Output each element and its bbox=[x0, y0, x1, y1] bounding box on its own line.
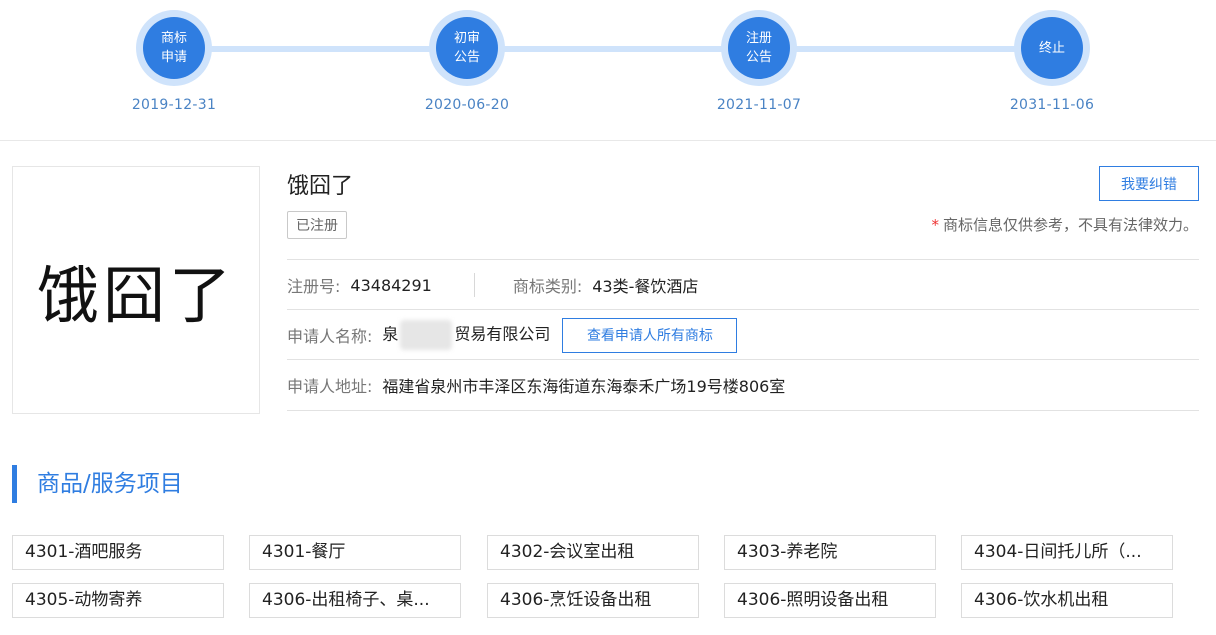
disclaimer-text: 商标信息仅供参考，不具有法律效力。 bbox=[942, 216, 1198, 234]
trademark-logo-text: 饿囧了 bbox=[36, 259, 235, 332]
status-badge: 已注册 bbox=[287, 211, 347, 239]
view-applicant-trademarks-button[interactable]: 查看申请人所有商标 bbox=[562, 317, 738, 353]
timeline-node-label: 初审 公告 bbox=[436, 17, 498, 79]
applicant-name-suffix: 贸易有限公司 bbox=[454, 324, 551, 344]
timeline-step-registration: 注册 公告 2021-11-07 bbox=[689, 10, 829, 113]
disclaimer: * 商标信息仅供参考，不具有法律效力。 bbox=[931, 214, 1198, 235]
timeline-step-title: 初审 bbox=[453, 31, 480, 46]
address-label: 申请人地址: bbox=[287, 377, 373, 396]
timeline-node: 终止 bbox=[1014, 10, 1090, 86]
info-row-registration: 注册号: 43484291 商标类别: 43类-餐饮酒店 bbox=[287, 259, 1199, 310]
reg-no-label: 注册号: bbox=[287, 277, 341, 296]
service-item: 4302-会议室出租 bbox=[487, 535, 699, 570]
timeline-step-termination: 终止 2031-11-06 bbox=[982, 10, 1122, 113]
timeline-step-title: 公告 bbox=[745, 50, 772, 65]
timeline-step-date: 2019-12-31 bbox=[131, 97, 217, 113]
applicant-name-prefix: 泉 bbox=[382, 324, 399, 344]
timeline-node-label: 终止 bbox=[1021, 17, 1083, 79]
section-title-services: 商品/服务项目 bbox=[12, 465, 183, 503]
timeline-node: 商标 申请 bbox=[136, 10, 212, 86]
timeline-node: 注册 公告 bbox=[721, 10, 797, 86]
service-item: 4306-烹饪设备出租 bbox=[487, 583, 699, 618]
divider bbox=[473, 273, 475, 297]
service-item: 4304-日间托儿所（... bbox=[961, 535, 1173, 570]
timeline-step-application: 商标 申请 2019-12-31 bbox=[104, 10, 244, 113]
timeline-node-label: 注册 公告 bbox=[728, 17, 790, 79]
timeline-node: 初审 公告 bbox=[429, 10, 505, 86]
service-item: 4301-酒吧服务 bbox=[12, 535, 224, 570]
service-item: 4301-餐厅 bbox=[249, 535, 461, 570]
timeline-step-title: 终止 bbox=[1038, 40, 1065, 56]
class-label: 商标类别: bbox=[512, 277, 583, 296]
applicant-label: 申请人名称: bbox=[287, 327, 373, 346]
reg-no-value: 43484291 bbox=[350, 275, 432, 295]
service-item: 4306-饮水机出租 bbox=[961, 583, 1173, 618]
timeline-step-date: 2020-06-20 bbox=[424, 97, 510, 113]
info-row-applicant: 申请人名称: 泉 贸易有限公司 查看申请人所有商标 bbox=[287, 309, 1199, 360]
class-value: 43类-餐饮酒店 bbox=[592, 277, 699, 296]
timeline-step-title: 注册 bbox=[745, 31, 772, 46]
service-item: 4306-出租椅子、桌... bbox=[249, 583, 461, 618]
address-value: 福建省泉州市丰泽区东海街道东海泰禾广场19号楼806室 bbox=[382, 377, 786, 396]
trademark-logo: 饿囧了 bbox=[12, 166, 260, 414]
timeline-node-label: 商标 申请 bbox=[143, 17, 205, 79]
required-star: * bbox=[931, 216, 939, 234]
redaction-blur bbox=[400, 320, 453, 350]
report-error-button[interactable]: 我要纠错 bbox=[1099, 166, 1199, 201]
service-item: 4305-动物寄养 bbox=[12, 583, 224, 618]
service-item: 4303-养老院 bbox=[724, 535, 936, 570]
timeline-step-title: 商标 bbox=[160, 31, 187, 46]
status-timeline: 商标 申请 2019-12-31 初审 公告 2020-06-20 注册 公告 … bbox=[0, 0, 1216, 141]
timeline-step-title: 公告 bbox=[453, 50, 480, 65]
timeline-step-date: 2031-11-06 bbox=[1009, 97, 1095, 113]
service-item: 4306-照明设备出租 bbox=[724, 583, 936, 618]
timeline-track bbox=[174, 46, 1052, 52]
timeline-step-preliminary: 初审 公告 2020-06-20 bbox=[397, 10, 537, 113]
timeline-step-date: 2021-11-07 bbox=[716, 97, 802, 113]
trademark-name: 饿囧了 bbox=[287, 174, 354, 199]
applicant-value: 泉 贸易有限公司 bbox=[382, 320, 550, 350]
timeline-step-title: 申请 bbox=[160, 50, 187, 65]
info-row-address: 申请人地址: 福建省泉州市丰泽区东海街道东海泰禾广场19号楼806室 bbox=[287, 359, 1199, 411]
